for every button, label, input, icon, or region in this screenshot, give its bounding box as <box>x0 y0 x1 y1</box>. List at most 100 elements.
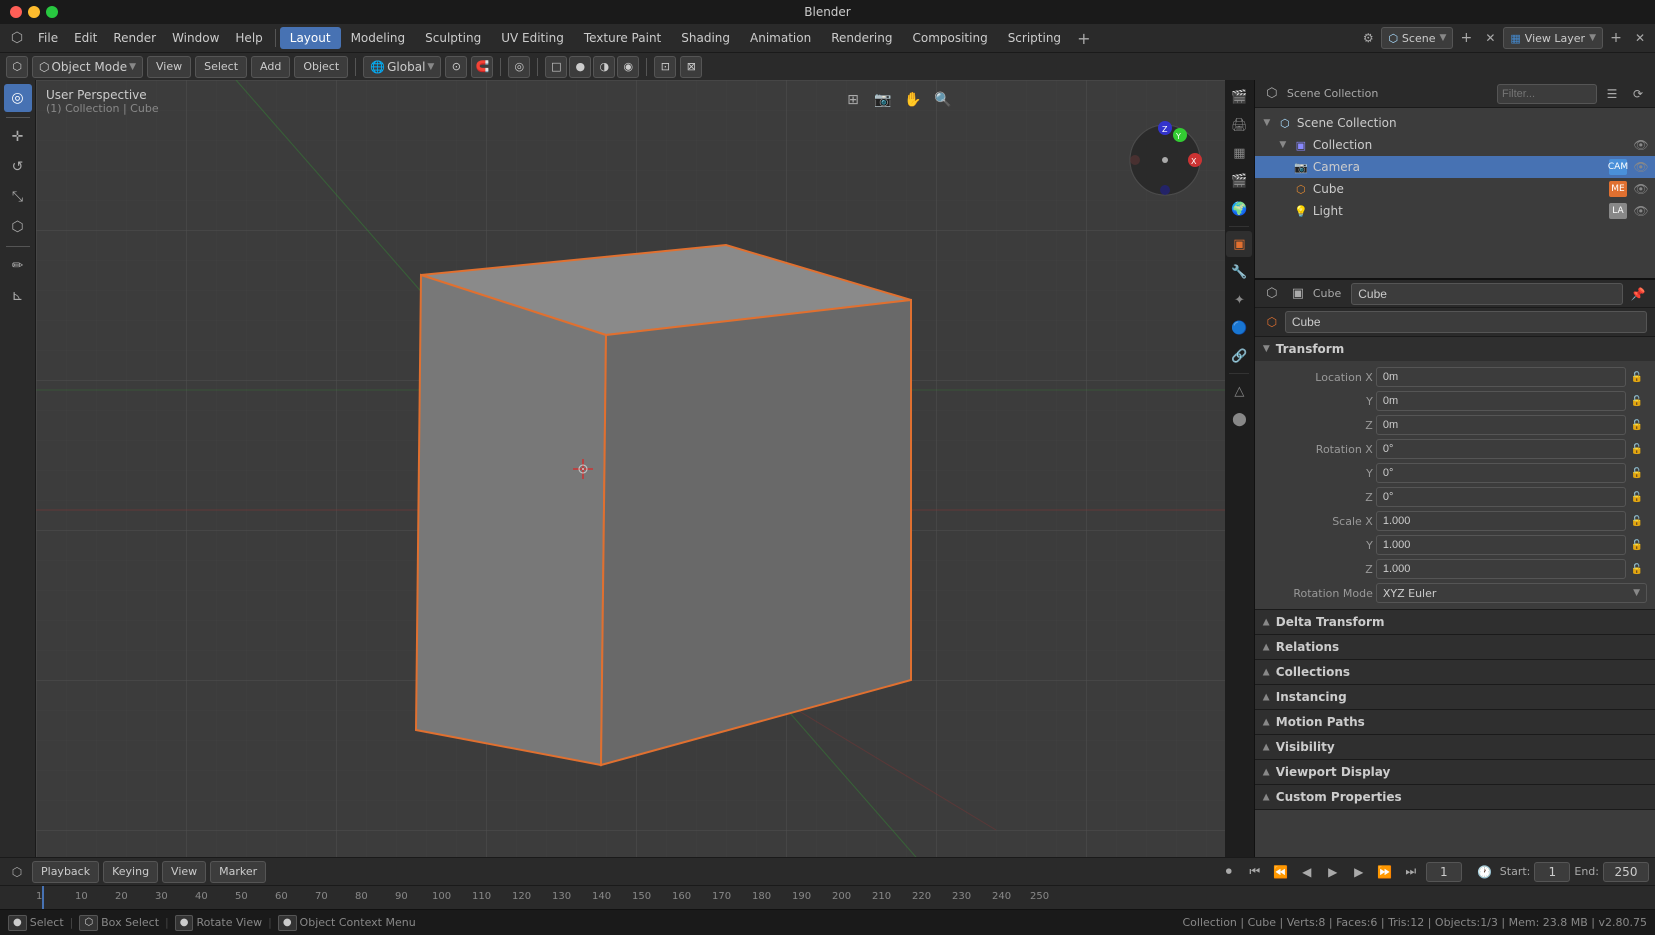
tab-uv-editing[interactable]: UV Editing <box>491 27 574 49</box>
menu-edit[interactable]: Edit <box>66 28 105 48</box>
prev-keyframe-button[interactable]: ◀ <box>1296 861 1318 883</box>
cube-visibility-icon[interactable]: 👁 <box>1633 181 1649 197</box>
minimize-button[interactable] <box>28 6 40 18</box>
output-properties-icon[interactable]: 🖨 <box>1226 112 1252 138</box>
editor-type-tl-btn[interactable]: ⬡ <box>6 861 28 883</box>
scale-tool[interactable]: ⤡ <box>4 183 32 211</box>
view-layer-options-button[interactable]: ✕ <box>1629 27 1651 49</box>
snapping-button[interactable]: 🧲 <box>471 56 493 78</box>
marker-menu[interactable]: Marker <box>210 861 266 883</box>
record-button[interactable]: ⏺ <box>1218 861 1240 883</box>
add-workspace-button[interactable]: + <box>1071 27 1096 50</box>
mesh-data-icon[interactable]: △ <box>1226 378 1252 404</box>
tab-scripting[interactable]: Scripting <box>998 27 1071 49</box>
location-z-lock[interactable]: 🔓 <box>1629 417 1645 433</box>
next-frame-button[interactable]: ⏩ <box>1374 861 1396 883</box>
rotation-x-input[interactable] <box>1376 439 1626 459</box>
outliner-search[interactable] <box>1497 84 1597 104</box>
material-preview-button[interactable]: ◑ <box>593 56 615 78</box>
next-keyframe-button[interactable]: ▶ <box>1348 861 1370 883</box>
scale-y-lock[interactable]: 🔓 <box>1629 537 1645 553</box>
select-menu-btn[interactable]: Select <box>195 56 247 78</box>
play-button[interactable]: ▶ <box>1322 861 1344 883</box>
overlay-button[interactable]: ⊡ <box>654 56 676 78</box>
world-properties-icon[interactable]: 🌍 <box>1226 196 1252 222</box>
maximize-button[interactable] <box>46 6 58 18</box>
scale-y-input[interactable] <box>1376 535 1626 555</box>
editor-type-button[interactable]: ⬡ <box>6 56 28 78</box>
rotation-z-lock[interactable]: 🔓 <box>1629 489 1645 505</box>
tab-texture-paint[interactable]: Texture Paint <box>574 27 671 49</box>
camera-visibility-icon[interactable]: 👁 <box>1633 159 1649 175</box>
navball[interactable]: X Y Z <box>1125 120 1205 200</box>
close-button[interactable] <box>10 6 22 18</box>
tree-cube[interactable]: ⬡ Cube ME 👁 <box>1255 178 1655 200</box>
location-z-input[interactable] <box>1376 415 1626 435</box>
menu-file[interactable]: File <box>30 28 66 48</box>
keying-menu[interactable]: Keying <box>103 861 158 883</box>
object-menu-btn[interactable]: Object <box>294 56 348 78</box>
editor-type-icon[interactable]: ⬡ <box>1261 83 1283 105</box>
playback-menu[interactable]: Playback <box>32 861 99 883</box>
visibility-header[interactable]: ▶ Visibility <box>1255 735 1655 759</box>
location-x-lock[interactable]: 🔓 <box>1629 369 1645 385</box>
zoom-gizmo[interactable]: 🔍 <box>931 88 955 112</box>
physics-icon[interactable]: 🔵 <box>1226 315 1252 341</box>
particles-icon[interactable]: ✦ <box>1226 287 1252 313</box>
camera-gizmo[interactable]: 📷 <box>871 88 895 112</box>
cursor-tool[interactable]: ◎ <box>4 84 32 112</box>
proportional-edit-button[interactable]: ◎ <box>508 56 530 78</box>
prev-frame-button[interactable]: ⏪ <box>1270 861 1292 883</box>
annotate-tool[interactable]: ✏ <box>4 252 32 280</box>
collections-header[interactable]: ▶ Collections <box>1255 660 1655 684</box>
menu-window[interactable]: Window <box>164 28 227 48</box>
tab-rendering[interactable]: Rendering <box>821 27 902 49</box>
wireframe-button[interactable]: □ <box>545 56 567 78</box>
grab-gizmo[interactable]: ✋ <box>901 88 925 112</box>
object-name-input[interactable] <box>1351 283 1623 305</box>
tab-modeling[interactable]: Modeling <box>341 27 416 49</box>
location-y-lock[interactable]: 🔓 <box>1629 393 1645 409</box>
prop-editor-type-icon[interactable]: ⬡ <box>1261 283 1283 305</box>
blender-icon[interactable]: ⬡ <box>4 25 30 51</box>
tree-light[interactable]: 💡 Light LA 👁 <box>1255 200 1655 222</box>
solid-button[interactable]: ● <box>569 56 591 78</box>
xray-button[interactable]: ⊠ <box>680 56 702 78</box>
engine-icon[interactable]: ⚙ <box>1357 27 1379 49</box>
scene-dropdown[interactable]: ⬡ Scene ▼ <box>1381 27 1453 49</box>
frame-strip[interactable]: 1 10 20 30 40 50 60 70 80 90 100 110 120… <box>0 885 1655 909</box>
render-properties-icon[interactable]: 🎬 <box>1226 84 1252 110</box>
instancing-header[interactable]: ▶ Instancing <box>1255 685 1655 709</box>
rotation-y-input[interactable] <box>1376 463 1626 483</box>
tab-compositing[interactable]: Compositing <box>902 27 997 49</box>
move-tool[interactable]: ✛ <box>4 123 32 151</box>
scale-z-input[interactable] <box>1376 559 1626 579</box>
outliner-filter-icon[interactable]: ☰ <box>1601 83 1623 105</box>
menu-help[interactable]: Help <box>227 28 270 48</box>
grid-gizmo[interactable]: ⊞ <box>841 88 865 112</box>
current-frame-display[interactable]: 1 <box>1426 862 1462 882</box>
view-layer-properties-icon[interactable]: ▦ <box>1226 140 1252 166</box>
scene-properties-icon[interactable]: 🎬 <box>1226 168 1252 194</box>
view-menu-tl[interactable]: View <box>162 861 206 883</box>
skip-end-button[interactable]: ⏭ <box>1400 861 1422 883</box>
object-properties-icon[interactable]: ▣ <box>1226 231 1252 257</box>
transform-tool[interactable]: ⬡ <box>4 213 32 241</box>
outliner-sync-icon[interactable]: ⟳ <box>1627 83 1649 105</box>
relations-header[interactable]: ▶ Relations <box>1255 635 1655 659</box>
viewport-display-header[interactable]: ▶ Viewport Display <box>1255 760 1655 784</box>
tab-layout[interactable]: Layout <box>280 27 341 49</box>
tree-camera[interactable]: 📷 Camera CAM 👁 <box>1255 156 1655 178</box>
pin-button[interactable]: 📌 <box>1627 283 1649 305</box>
start-frame-display[interactable]: 1 <box>1534 862 1570 882</box>
tab-animation[interactable]: Animation <box>740 27 821 49</box>
material-icon[interactable]: ⬤ <box>1226 406 1252 432</box>
rendered-button[interactable]: ◉ <box>617 56 639 78</box>
new-scene-button[interactable]: + <box>1455 27 1477 49</box>
scale-x-lock[interactable]: 🔓 <box>1629 513 1645 529</box>
tree-collection[interactable]: ▼ ▣ Collection 👁 <box>1255 134 1655 156</box>
rotation-z-input[interactable] <box>1376 487 1626 507</box>
scale-x-input[interactable] <box>1376 511 1626 531</box>
motion-paths-header[interactable]: ▶ Motion Paths <box>1255 710 1655 734</box>
pivot-button[interactable]: ⊙ <box>445 56 467 78</box>
